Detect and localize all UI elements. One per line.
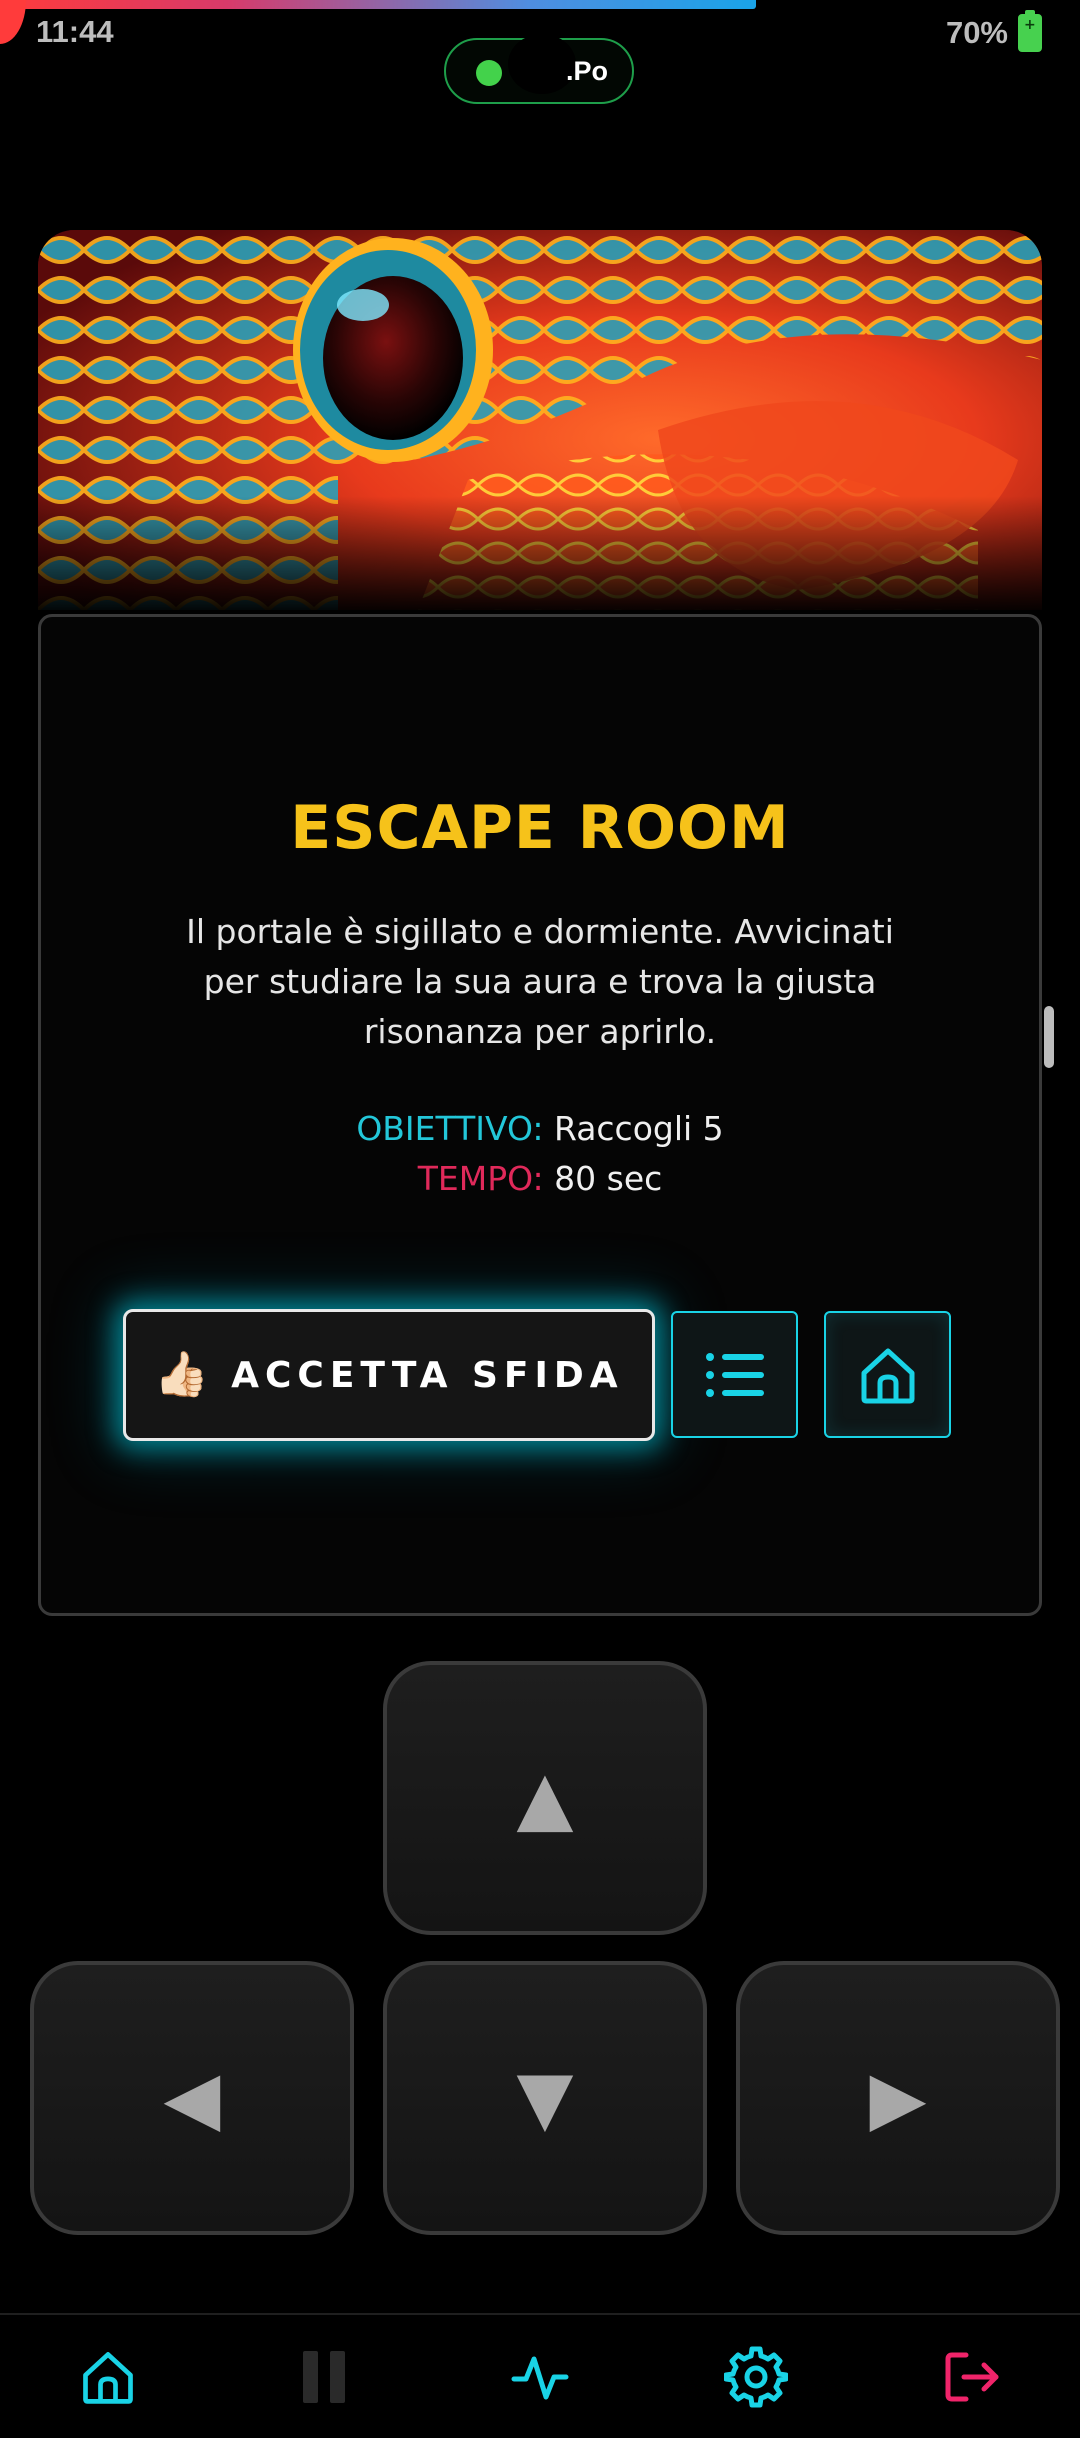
time-row: TEMPO: 80 sec (41, 1154, 1039, 1204)
objective-row: OBIETTIVO: Raccogli 5 (41, 1104, 1039, 1154)
list-button[interactable] (671, 1311, 798, 1438)
thumbs-up-icon: 👍🏻 (154, 1349, 210, 1400)
corner-accent (0, 0, 26, 44)
challenge-card: ESCAPE ROOM Il portale è sigillato e dor… (38, 614, 1042, 1616)
hero-image (38, 230, 1042, 610)
status-time: 11:44 (36, 14, 114, 49)
green-dot-icon (476, 60, 502, 86)
arrow-right-icon: ▶ (869, 2055, 927, 2141)
nav-logout[interactable] (940, 2345, 1004, 2409)
nav-pause[interactable] (292, 2345, 356, 2409)
accept-challenge-label: ACCETTA SFIDA (231, 1354, 624, 1396)
challenge-stats: OBIETTIVO: Raccogli 5 TEMPO: 80 sec (41, 1104, 1039, 1204)
dpad-left-button[interactable]: ◀ (30, 1961, 354, 2235)
arrow-up-icon: ▲ (516, 1755, 574, 1841)
top-progress-line (0, 0, 756, 9)
logout-icon (945, 2352, 999, 2402)
nav-activity[interactable] (508, 2345, 572, 2409)
challenge-title: ESCAPE ROOM (290, 793, 790, 863)
objective-label: OBIETTIVO: (356, 1109, 544, 1148)
list-icon (705, 1352, 764, 1397)
accept-challenge-button[interactable]: 👍🏻 ACCETTA SFIDA (123, 1309, 655, 1441)
objective-value: Raccogli 5 (553, 1109, 724, 1148)
nav-home[interactable] (76, 2345, 140, 2409)
pill-text: .Po (566, 56, 609, 86)
dpad-right-button[interactable]: ▶ (736, 1961, 1060, 2235)
snake-eye-illustration (38, 230, 1042, 610)
home-icon (83, 2352, 133, 2404)
dpad-up-button[interactable]: ▲ (383, 1661, 707, 1935)
battery-icon (1018, 10, 1042, 52)
scrollbar-thumb[interactable] (1044, 1006, 1054, 1068)
challenge-description: Il portale è sigillato e dormiente. Avvi… (186, 912, 894, 1051)
time-label: TEMPO: (417, 1159, 544, 1198)
home-button[interactable] (824, 1311, 951, 1438)
arrow-left-icon: ◀ (163, 2055, 221, 2141)
pause-icon (303, 2351, 345, 2403)
nav-settings[interactable] (724, 2345, 788, 2409)
bottom-nav (0, 2313, 1080, 2438)
activity-icon (511, 2356, 569, 2400)
time-value: 80 sec (554, 1159, 663, 1198)
arrow-down-icon: ▼ (516, 2055, 574, 2141)
home-icon (861, 1348, 914, 1403)
battery-indicator: 70% (945, 10, 1042, 52)
dpad-down-button[interactable]: ▼ (383, 1961, 707, 2235)
status-pill: .Po (444, 34, 634, 104)
battery-percent: 70% (945, 15, 1008, 50)
settings-icon (724, 2346, 788, 2408)
